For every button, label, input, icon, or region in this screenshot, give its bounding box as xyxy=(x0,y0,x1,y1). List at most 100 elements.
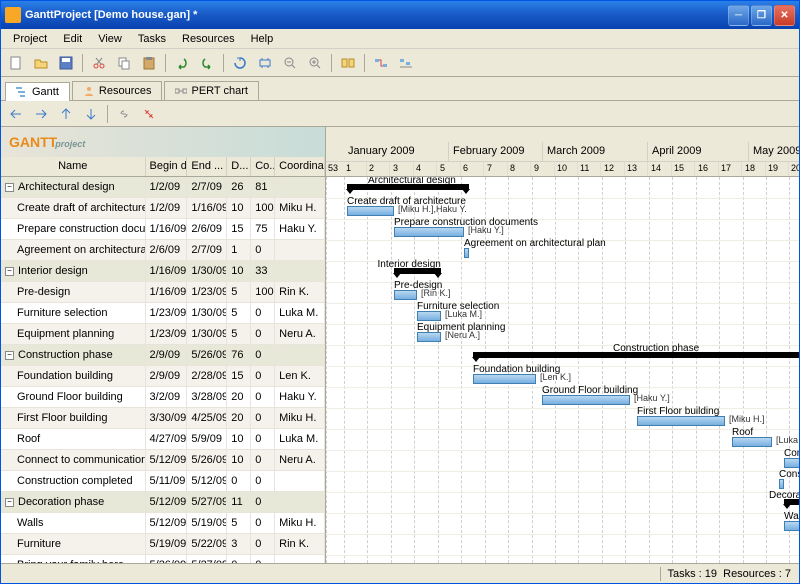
gantt-task-bar[interactable] xyxy=(347,206,394,216)
task-row[interactable]: Walls5/12/095/19/0950Miku H. xyxy=(1,513,325,534)
gantt-task-bar[interactable] xyxy=(394,290,417,300)
gantt-task-bar[interactable] xyxy=(779,479,784,489)
collapse-icon[interactable]: − xyxy=(5,351,14,360)
task-cell-coord: Haku Y. xyxy=(275,219,325,239)
collapse-icon[interactable]: − xyxy=(5,267,14,276)
gantt-resource-label: [Haku Y.] xyxy=(468,225,504,235)
minimize-button[interactable]: ─ xyxy=(728,5,749,26)
column-header[interactable]: Coordinator xyxy=(275,157,325,176)
redo-button[interactable] xyxy=(196,52,218,74)
titlebar[interactable]: GanttProject [Demo house.gan] * ─ ❐ ✕ xyxy=(1,1,799,29)
move-up-button[interactable] xyxy=(55,103,77,125)
gantt-task-bar[interactable] xyxy=(394,227,464,237)
zoom-in-button[interactable] xyxy=(304,52,326,74)
task-row[interactable]: Foundation building2/9/092/28/09150Len K… xyxy=(1,366,325,387)
zoom-out-button[interactable] xyxy=(279,52,301,74)
task-row[interactable]: First Floor building3/30/094/25/09200Mik… xyxy=(1,408,325,429)
task-row[interactable]: Furniture5/19/095/22/0930Rin K. xyxy=(1,534,325,555)
fit-button[interactable] xyxy=(254,52,276,74)
open-button[interactable] xyxy=(30,52,52,74)
refresh-button[interactable] xyxy=(229,52,251,74)
gantt-task-bar[interactable] xyxy=(732,437,772,447)
week-cell: 13 xyxy=(625,162,648,177)
tab-pert[interactable]: PERT chart xyxy=(164,81,258,100)
task-row[interactable]: Equipment planning1/23/091/30/0950Neru A… xyxy=(1,324,325,345)
critical-path-button[interactable] xyxy=(370,52,392,74)
menu-resources[interactable]: Resources xyxy=(174,31,243,47)
menu-project[interactable]: Project xyxy=(5,31,55,47)
menu-tasks[interactable]: Tasks xyxy=(130,31,174,47)
cut-button[interactable] xyxy=(88,52,110,74)
column-header[interactable]: Begin d... xyxy=(146,157,188,176)
task-row[interactable]: Bring your family here5/26/095/27/0900 xyxy=(1,555,325,563)
task-row[interactable]: −Construction phase2/9/095/26/09760 xyxy=(1,345,325,366)
task-cell-end: 1/30/09 xyxy=(187,324,227,344)
menu-view[interactable]: View xyxy=(90,31,130,47)
link-button[interactable] xyxy=(113,103,135,125)
task-row[interactable]: Create draft of architecture1/2/091/16/0… xyxy=(1,198,325,219)
task-row[interactable]: Furniture selection1/23/091/30/0950Luka … xyxy=(1,303,325,324)
task-cell-dur: 20 xyxy=(227,387,251,407)
gantt-task-bar[interactable] xyxy=(784,458,799,468)
content-area: GANTTproject NameBegin d...End ...D...Co… xyxy=(1,127,799,563)
task-row[interactable]: −Architectural design1/2/092/7/092681 xyxy=(1,177,325,198)
gantt-task-bar[interactable] xyxy=(464,248,469,258)
task-cell-end: 5/26/09 xyxy=(187,345,227,365)
task-cell-coord: Miku H. xyxy=(275,408,325,428)
task-cell-begin: 4/27/09 xyxy=(146,429,188,449)
task-name: First Floor building xyxy=(17,412,107,424)
copy-button[interactable] xyxy=(113,52,135,74)
save-button[interactable] xyxy=(55,52,77,74)
move-down-button[interactable] xyxy=(80,103,102,125)
gantt-task-bar[interactable] xyxy=(417,332,441,342)
gantt-bar-label: Interior design xyxy=(378,259,441,270)
task-cell-dur: 76 xyxy=(227,345,251,365)
column-header[interactable]: D... xyxy=(227,157,251,176)
task-row[interactable]: Pre-design1/16/091/23/095100Rin K. xyxy=(1,282,325,303)
compare-button[interactable] xyxy=(337,52,359,74)
toolbar-separator xyxy=(331,54,332,72)
undo-button[interactable] xyxy=(171,52,193,74)
task-row[interactable]: Ground Floor building3/2/093/28/09200Hak… xyxy=(1,387,325,408)
task-cell-coord: Luka M. xyxy=(275,429,325,449)
paste-button[interactable] xyxy=(138,52,160,74)
task-row[interactable]: Agreement on architectural plan2/6/092/7… xyxy=(1,240,325,261)
gantt-task-bar[interactable] xyxy=(417,311,441,321)
collapse-icon[interactable]: − xyxy=(5,498,14,507)
unlink-button[interactable] xyxy=(138,103,160,125)
task-cell-coord xyxy=(275,240,325,260)
week-cell: 18 xyxy=(743,162,766,177)
outdent-button[interactable] xyxy=(5,103,27,125)
task-cell-coord: Neru A. xyxy=(275,324,325,344)
gantt-task-bar[interactable] xyxy=(473,374,536,384)
task-cell-comp: 0 xyxy=(251,387,275,407)
task-cell-comp: 0 xyxy=(251,429,275,449)
baseline-button[interactable] xyxy=(395,52,417,74)
tab-gantt[interactable]: Gantt xyxy=(5,82,70,101)
gantt-task-bar[interactable] xyxy=(784,521,799,531)
task-name: Pre-design xyxy=(17,286,70,298)
menu-edit[interactable]: Edit xyxy=(55,31,90,47)
task-row[interactable]: −Interior design1/16/091/30/091033 xyxy=(1,261,325,282)
task-row[interactable]: −Decoration phase5/12/095/27/09110 xyxy=(1,492,325,513)
task-list[interactable]: −Architectural design1/2/092/7/092681Cre… xyxy=(1,177,325,563)
gantt-task-bar[interactable] xyxy=(637,416,725,426)
column-header[interactable]: Co... xyxy=(251,157,275,176)
column-header[interactable]: End ... xyxy=(187,157,227,176)
gantt-task-bar[interactable] xyxy=(542,395,630,405)
column-header[interactable]: Name xyxy=(1,157,146,176)
timeline-header[interactable]: January 2009February 2009March 2009April… xyxy=(326,127,799,177)
task-name: Roof xyxy=(17,433,40,445)
task-row[interactable]: Roof4/27/095/9/09100Luka M. xyxy=(1,429,325,450)
task-row[interactable]: Prepare construction documents1/16/092/6… xyxy=(1,219,325,240)
new-button[interactable] xyxy=(5,52,27,74)
menu-help[interactable]: Help xyxy=(243,31,282,47)
collapse-icon[interactable]: − xyxy=(5,183,14,192)
indent-button[interactable] xyxy=(30,103,52,125)
task-row[interactable]: Connect to communications5/12/095/26/091… xyxy=(1,450,325,471)
close-button[interactable]: ✕ xyxy=(774,5,795,26)
task-row[interactable]: Construction completed5/11/095/12/0900 xyxy=(1,471,325,492)
gantt-chart[interactable]: Architectural designCreate draft of arch… xyxy=(326,177,799,563)
tab-resources[interactable]: Resources xyxy=(72,81,163,100)
maximize-button[interactable]: ❐ xyxy=(751,5,772,26)
